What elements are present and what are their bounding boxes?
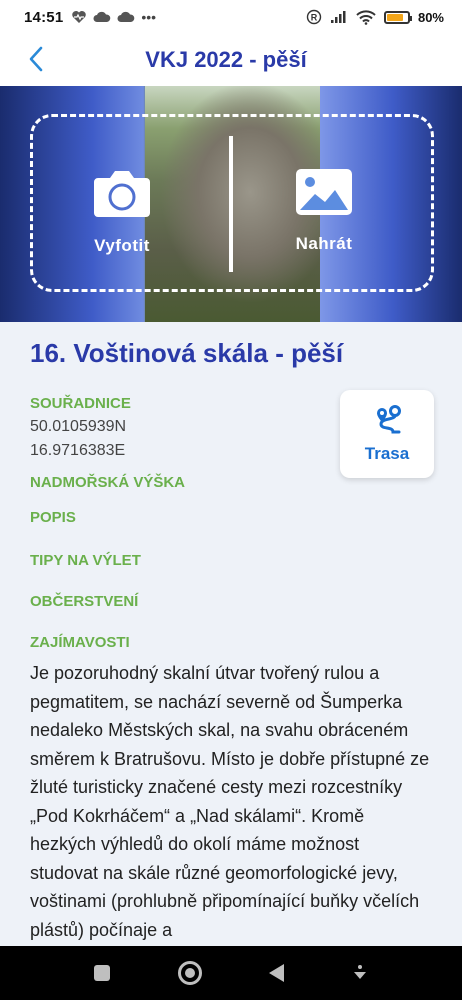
battery-percent: 80%	[417, 9, 444, 25]
place-detail: 16. Voštinová skála - pěší SOUŘADNICE 50…	[0, 322, 462, 946]
hero-divider	[229, 136, 233, 272]
signal-icon	[330, 11, 346, 23]
status-bar: 14:51 ••• R 80%	[0, 0, 462, 34]
tips-label: TIPY NA VÝLET	[30, 552, 141, 569]
page-title: VKJ 2022 - pěší	[145, 47, 307, 72]
status-time: 14:51	[24, 8, 64, 26]
upload-photo-button[interactable]: Nahrát	[284, 168, 364, 254]
route-button[interactable]: Trasa	[340, 390, 434, 478]
camera-icon	[94, 171, 150, 217]
take-photo-button[interactable]: Vyfotit	[82, 168, 162, 256]
system-nav-bar	[0, 946, 462, 1000]
cloud-icon	[93, 11, 111, 22]
status-right-icons: R 80%	[306, 9, 444, 25]
more-dots-icon: •••	[141, 9, 157, 25]
refreshments-label: OBČERSTVENÍ	[30, 593, 139, 610]
heart-rate-icon	[72, 11, 87, 23]
upload-photo-label: Nahrát	[295, 234, 353, 253]
route-icon	[377, 405, 401, 434]
hero-photo-area: Vyfotit Nahrát	[0, 86, 462, 322]
status-left-icons: •••	[71, 9, 156, 25]
image-icon	[296, 169, 352, 215]
place-title: 16. Voštinová skála - pěší	[30, 338, 344, 368]
wifi-icon	[356, 9, 376, 25]
back-triangle-icon[interactable]	[269, 964, 285, 982]
description-label: POPIS	[30, 509, 76, 526]
more-icon[interactable]	[352, 964, 368, 982]
route-label: Trasa	[364, 444, 410, 463]
battery-icon	[383, 10, 412, 24]
take-photo-label: Vyfotit	[94, 236, 150, 255]
home-circle-icon[interactable]	[177, 961, 202, 985]
interesting-text: Je pozoruhodný skalní útvar tvořený rulo…	[30, 663, 430, 940]
registered-icon: R	[306, 9, 322, 25]
cloud-icon	[117, 11, 135, 22]
recents-square-icon[interactable]	[93, 965, 110, 981]
svg-text:R: R	[311, 13, 318, 23]
app-header: VKJ 2022 - pěší	[0, 34, 462, 86]
interesting-label: ZAJÍMAVOSTI	[30, 634, 130, 651]
